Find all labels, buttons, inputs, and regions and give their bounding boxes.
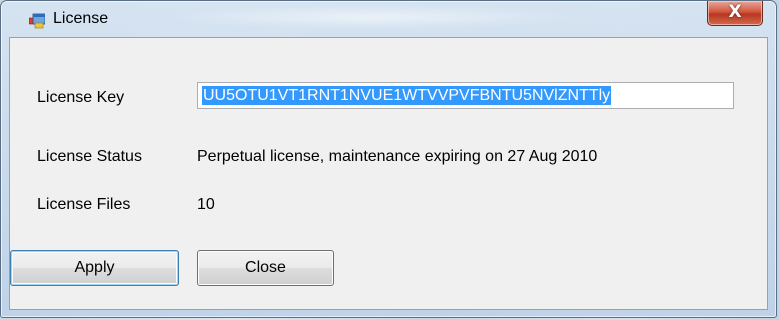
license-dialog: License X License Key UU5OTU1VT1RNT1NVUE…: [0, 0, 777, 318]
license-files-value: 10: [197, 196, 215, 213]
license-files-label: License Files: [37, 196, 131, 213]
license-key-label: License Key: [37, 89, 125, 106]
application-window-icon: [29, 13, 45, 29]
title-bar[interactable]: License X: [1, 1, 776, 37]
license-status-label: License Status: [37, 148, 142, 165]
apply-button[interactable]: Apply: [10, 250, 179, 286]
license-key-input[interactable]: UU5OTU1VT1RNT1NVUE1WTVVPVFBNTU5NVlZNTTly: [197, 82, 734, 109]
license-status-value: Perpetual license, maintenance expiring …: [197, 148, 598, 165]
close-button[interactable]: Close: [197, 250, 334, 286]
license-key-value: UU5OTU1VT1RNT1NVUE1WTVVPVFBNTU5NVlZNTTly: [202, 86, 612, 105]
dialog-body: License Key UU5OTU1VT1RNT1NVUE1WTVVPVFBN…: [9, 37, 768, 310]
window-close-button[interactable]: X: [707, 1, 763, 26]
window-title: License: [53, 10, 109, 27]
close-icon: X: [728, 2, 742, 22]
